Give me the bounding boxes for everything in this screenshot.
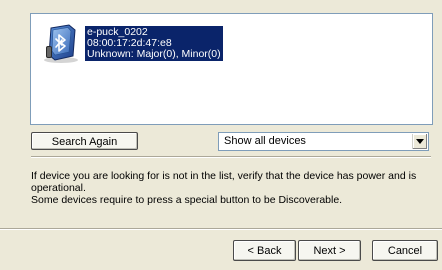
section-divider <box>31 156 431 158</box>
device-filter-select[interactable]: Show all devices <box>218 132 429 151</box>
device-filter-value: Show all devices <box>224 135 306 147</box>
help-text: If device you are looking for is not in … <box>31 170 441 206</box>
help-text-line-2: Some devices require to press a special … <box>31 194 343 206</box>
device-list-item[interactable]: e-puck_0202 08:00:17:2d:47:e8 Unknown: M… <box>39 22 223 64</box>
cancel-button[interactable]: Cancel <box>372 240 438 261</box>
next-button[interactable]: Next > <box>298 240 361 261</box>
bluetooth-device-icon <box>44 24 78 63</box>
dropdown-arrow-button[interactable] <box>412 134 427 149</box>
device-selection-label: e-puck_0202 08:00:17:2d:47:e8 Unknown: M… <box>85 26 223 61</box>
footer-divider <box>0 228 442 230</box>
chevron-down-icon <box>416 139 424 144</box>
search-again-button[interactable]: Search Again <box>31 132 138 150</box>
device-class: Unknown: Major(0), Minor(0) <box>87 48 221 60</box>
device-list[interactable]: e-puck_0202 08:00:17:2d:47:e8 Unknown: M… <box>30 13 433 125</box>
back-button[interactable]: < Back <box>233 240 296 261</box>
help-text-line-1: If device you are looking for is not in … <box>31 170 417 194</box>
